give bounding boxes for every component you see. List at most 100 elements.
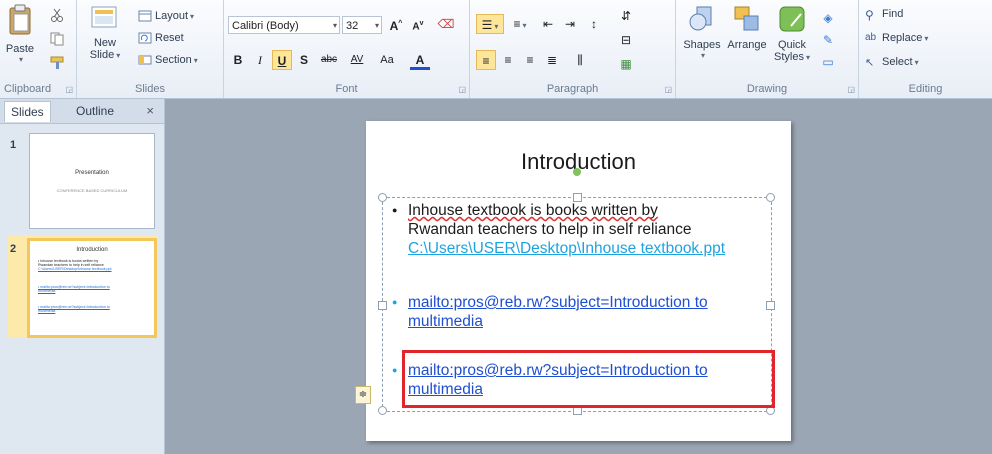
numbering-button[interactable]: ≡ ▾ [508,14,532,34]
quick-styles-label-line2: Styles [774,51,804,63]
new-slide-button[interactable]: New Slide ▾ [85,4,125,62]
drawing-group-label: Drawing [746,83,788,95]
arrange-button[interactable]: Arrange [724,4,770,51]
clear-formatting-icon[interactable]: ⌫ [436,14,456,34]
replace-button[interactable]: ab Replace ▾ [865,32,928,44]
tab-outline[interactable]: Outline [70,101,120,121]
resize-handle-tl[interactable] [378,193,387,202]
thumb2-line: multimedia [38,289,56,293]
select-cursor-icon: ↖ [865,57,875,70]
editing-group: ⚲ Find ab Replace ▾ ↖ Select ▾ Editing [859,0,992,98]
underline-button[interactable]: U [272,50,292,70]
thumb2-line: multimedia [38,309,56,313]
justify-button[interactable]: ≣ [542,50,562,70]
quick-styles-button[interactable]: Quick Styles ▾ [772,4,812,64]
close-panel-icon[interactable]: × [146,103,154,118]
change-case-button[interactable]: Aa [374,50,400,70]
shape-effects-icon[interactable]: ▭ [818,52,838,72]
autofit-options-icon[interactable]: ≑ [355,386,371,404]
shape-fill-icon[interactable]: ◈ [818,8,838,28]
bold-button[interactable]: B [228,50,248,70]
mailto-link-1-cont[interactable]: multimedia [408,313,483,330]
resize-handle-left[interactable] [378,301,387,310]
paragraph-launcher-icon[interactable]: ◲ [664,85,672,94]
align-left-button[interactable]: ≡ [476,50,496,70]
thumb2-line: C:\Users\USER\Desktop\Inhouse textbook.p… [38,267,112,271]
find-button[interactable]: ⚲ Find [865,8,904,22]
text-shadow-button[interactable]: S [294,50,314,70]
bullet-dot: ● [392,365,398,375]
bullet-dot: ● [392,205,398,215]
section-button[interactable]: Section ▾ [138,54,198,66]
paste-icon [9,4,31,35]
columns-button[interactable]: ⫼ [570,50,590,70]
layout-icon [138,10,152,22]
font-name-combo[interactable]: Calibri (Body) ▾ [228,16,340,34]
file-path-link[interactable]: C:\Users\USER\Desktop\Inhouse textbook.p… [408,240,725,257]
font-launcher-icon[interactable]: ◲ [458,85,466,94]
bullet-2-text[interactable]: mailto:pros@reb.rw?subject=Introduction … [408,293,768,331]
select-button[interactable]: ↖ Select ▾ [865,56,919,70]
editing-group-label: Editing [908,83,943,95]
shapes-label: Shapes [683,39,721,51]
mailto-link-1[interactable]: mailto:pros@reb.rw?subject=Introduction … [408,294,708,311]
new-slide-label: New Slide ▾ [89,37,121,61]
align-center-button[interactable]: ≡ [498,50,518,70]
decrease-indent-icon[interactable]: ⇤ [538,14,558,34]
paste-label: Paste [5,43,35,55]
resize-handle-bl[interactable] [378,406,387,415]
find-label: Find [882,8,904,20]
bullet-1-text[interactable]: Inhouse textbook is books written by Rwa… [408,201,768,258]
clipboard-launcher-icon[interactable]: ◲ [65,85,73,94]
select-label: Select [882,56,913,68]
format-painter-icon[interactable] [50,56,66,70]
thumb-number-1: 1 [10,139,17,151]
font-name-dropdown-icon[interactable]: ▾ [333,17,337,35]
quick-styles-label: Quick Styles ▾ [774,39,810,63]
text-direction-icon[interactable]: ⇵ [616,6,636,26]
new-slide-icon [91,6,117,28]
reset-label: Reset [155,32,184,44]
panel-tabs: Slides Outline × [0,99,164,124]
align-right-button[interactable]: ≡ [520,50,540,70]
clipboard-group: Paste ▾ Clipboard ◲ [0,0,77,98]
grow-font-icon[interactable]: A^ [386,14,406,34]
copy-icon[interactable] [50,32,66,46]
highlight-annotation-box [402,350,775,408]
font-color-button[interactable]: A [410,50,430,70]
ribbon: Paste ▾ Clipboard ◲ New Slide ▾ Layout ▾… [0,0,992,99]
bullet-1-line1: Inhouse textbook is books written by [408,202,658,219]
quick-styles-label-line1: Quick [777,39,807,51]
replace-icon: ab [865,32,877,44]
layout-button[interactable]: Layout ▾ [138,10,194,22]
increase-indent-icon[interactable]: ⇥ [560,14,580,34]
replace-label: Replace [882,32,923,44]
bullet-1-line2: Rwandan teachers to help in self relianc… [408,221,692,238]
font-group: Calibri (Body) ▾ 32 ▾ A^ Av ⌫ B I U S abc … [224,0,470,98]
reset-button[interactable]: Reset [138,32,184,44]
align-text-icon[interactable]: ⊟ [616,30,636,50]
font-size-combo[interactable]: 32 ▾ [342,16,382,34]
character-spacing-button[interactable]: AV [344,50,370,70]
font-size-dropdown-icon[interactable]: ▾ [375,17,379,35]
slide-thumbnail-1[interactable]: Presentation CONFERENCE BASED CURRICULUM [29,133,155,229]
bullets-button[interactable]: ☰ ▾ [476,14,504,34]
tab-slides[interactable]: Slides [4,101,51,122]
italic-button[interactable]: I [250,50,270,70]
shrink-font-icon[interactable]: Av [408,14,428,34]
slides-panel: Slides Outline × 1 Presentation CONFEREN… [0,99,165,454]
rotation-handle[interactable] [573,168,581,176]
paste-dropdown-icon[interactable]: ▾ [6,55,36,64]
slide-thumbnail-2[interactable]: Introduction • Inhouse textbook is books… [27,238,157,338]
drawing-group: Shapes ▾ Arrange Quick Styles ▾ ◈ ✎ ▭ Dra… [676,0,859,98]
convert-smartart-icon[interactable]: ▦ [616,54,636,74]
line-spacing-icon[interactable]: ↕ [584,14,604,34]
reset-icon [138,32,152,44]
drawing-launcher-icon[interactable]: ◲ [847,85,855,94]
strikethrough-button[interactable]: abc [316,50,342,70]
cut-icon[interactable] [50,8,64,22]
shapes-button[interactable]: Shapes ▾ [680,4,724,60]
shape-outline-icon[interactable]: ✎ [818,30,838,50]
paste-button[interactable]: Paste ▾ [4,4,36,64]
thumb-number-2: 2 [10,243,17,255]
